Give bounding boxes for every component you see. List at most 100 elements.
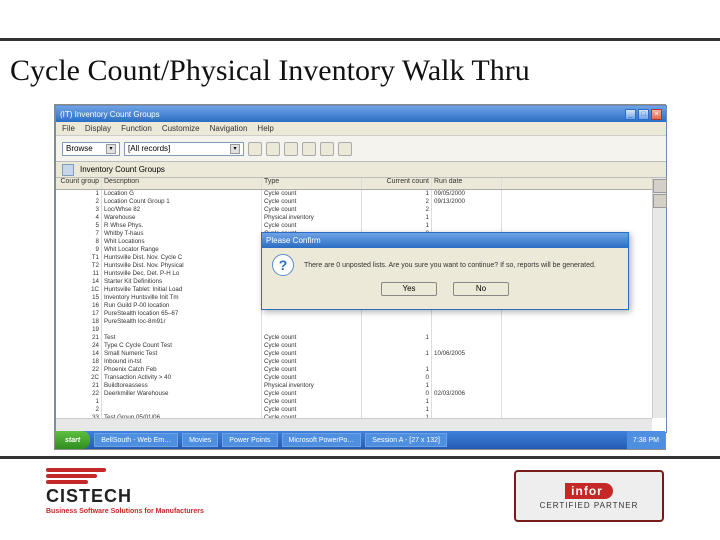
cell: 1 [56,398,102,406]
cell [432,214,502,222]
cell: 1 [362,382,432,390]
taskbar-item[interactable]: Power Points [222,433,277,447]
toolbar-button-4[interactable] [302,142,316,156]
table-row[interactable]: 19 [56,326,652,334]
col-run-date[interactable]: Run date [432,178,502,189]
table-row[interactable]: 2Location Count Group 1Cycle count209/13… [56,198,652,206]
subset-combo[interactable]: [All records] ▾ [124,142,244,156]
cell: 5 [56,222,102,230]
menu-file[interactable]: File [62,124,75,133]
menu-function[interactable]: Function [121,124,152,133]
cell [432,406,502,414]
table-row[interactable]: 18PureStealth loc-8m91r [56,318,652,326]
browse-combo-label: Browse [66,144,93,153]
subheader-label: Inventory Count Groups [80,165,165,174]
table-row[interactable]: 21TestCycle count1 [56,334,652,342]
infor-subtitle: CERTIFIED PARTNER [540,501,639,510]
cell [362,342,432,350]
cell: 7 [56,230,102,238]
col-current-count[interactable]: Current count [362,178,432,189]
taskbar-item[interactable]: Microsoft PowerPo… [282,433,362,447]
yes-button[interactable]: Yes [381,282,437,296]
cell [362,326,432,334]
table-row[interactable]: 24Type C Cycle Count TestCycle count [56,342,652,350]
cell: Cycle count [262,398,362,406]
cell: Cycle count [262,374,362,382]
cell: 17 [56,310,102,318]
cell: Inventory Huntsville Init Tm [102,294,262,302]
cell: T2 [56,262,102,270]
table-row[interactable]: 1Cycle count1 [56,398,652,406]
cell: Physical inventory [262,214,362,222]
cell [432,310,502,318]
menu-help[interactable]: Help [257,124,273,133]
cell: R Whse Phys. [102,222,262,230]
cell: Transaction Activity > 40 [102,374,262,382]
toolbar-button-3[interactable] [284,142,298,156]
table-row[interactable]: 22Phoenix Catch FebCycle count1 [56,366,652,374]
table-row[interactable]: 14Small Numeric TestCycle count110/06/20… [56,350,652,358]
cell: Small Numeric Test [102,350,262,358]
cell: Cycle count [262,222,362,230]
cell [102,326,262,334]
col-description[interactable]: Description [102,178,262,189]
cell: Run Guild P-00 location [102,302,262,310]
bottom-rule [0,456,720,459]
cell: Cycle count [262,358,362,366]
question-icon: ? [272,254,294,276]
menu-customize[interactable]: Customize [162,124,200,133]
maximize-button[interactable]: □ [638,109,649,120]
dialog-titlebar: Please Confirm [262,233,628,248]
cell [432,382,502,390]
window-titlebar: (IT) Inventory Count Groups _ □ × [56,106,666,122]
menu-display[interactable]: Display [85,124,111,133]
table-row[interactable]: 3Loc/Whse 82Cycle count2 [56,206,652,214]
col-count-group[interactable]: Count group [56,178,102,189]
browse-combo[interactable]: Browse ▾ [62,142,120,156]
minimize-button[interactable]: _ [625,109,636,120]
cell: 21 [56,334,102,342]
system-tray[interactable]: 7:38 PM [627,431,665,449]
cell: 2 [362,198,432,206]
table-row[interactable]: 18Inbound in-tstCycle count [56,358,652,366]
cell: Cycle count [262,334,362,342]
subheader: Inventory Count Groups [56,162,666,178]
table-row[interactable]: 1Location GCycle count109/05/2000 [56,190,652,198]
table-row[interactable]: 17PureStealth location 65–67 [56,310,652,318]
cell: 2C [56,374,102,382]
cell: 1 [362,366,432,374]
col-type[interactable]: Type [262,178,362,189]
toolbar-button-6[interactable] [338,142,352,156]
dialog-title: Please Confirm [266,236,321,245]
table-row[interactable]: 2CTransaction Activity > 40Cycle count0 [56,374,652,382]
cell: Cycle count [262,206,362,214]
toolbar-button-1[interactable] [248,142,262,156]
table-row[interactable]: 2Cycle count1 [56,406,652,414]
start-button[interactable]: start [55,431,90,449]
no-button[interactable]: No [453,282,509,296]
cell [432,206,502,214]
cell: 1 [362,214,432,222]
grid-header: Count group Description Type Current cou… [56,178,652,190]
taskbar-item[interactable]: BellSouth - Web Em… [94,433,178,447]
cell: Cycle count [262,190,362,198]
cell: 1 [362,222,432,230]
table-row[interactable]: 21BuildtoreassessPhysical inventory1 [56,382,652,390]
close-button[interactable]: × [651,109,662,120]
taskbar-item[interactable]: Session A - [27 x 132] [365,433,447,447]
toolbar-button-5[interactable] [320,142,334,156]
cell [362,318,432,326]
horizontal-scrollbar[interactable] [56,418,652,432]
clock: 7:38 PM [633,437,659,444]
table-row[interactable]: 5R Whse Phys.Cycle count1 [56,222,652,230]
toolbar-button-2[interactable] [266,142,280,156]
table-row[interactable]: 4WarehousePhysical inventory1 [56,214,652,222]
taskbar-item[interactable]: Movies [182,433,218,447]
cell: 0 [362,374,432,382]
window-title: (IT) Inventory Count Groups [60,110,160,119]
screenshot-frame: (IT) Inventory Count Groups _ □ × File D… [54,104,666,450]
menu-navigation[interactable]: Navigation [210,124,248,133]
table-row[interactable]: 22Deerkmiller WarehouseCycle count002/03… [56,390,652,398]
vertical-scrollbar[interactable] [652,178,666,418]
cell [362,358,432,366]
